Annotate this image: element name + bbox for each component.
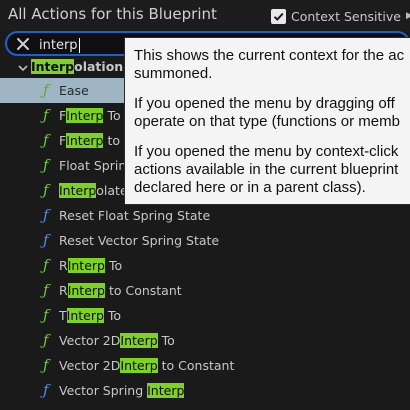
chevron-down-icon[interactable] bbox=[18, 63, 28, 73]
search-match-highlight: Interp bbox=[147, 383, 185, 398]
search-match-highlight: Interp bbox=[31, 59, 75, 74]
category-label: Interpolation bbox=[31, 59, 124, 74]
context-dropdown-arrow-icon[interactable]: ▶ bbox=[406, 11, 410, 21]
checkmark-icon bbox=[273, 12, 284, 21]
action-label: Interpolate bbox=[59, 183, 128, 198]
search-match-highlight: Interp bbox=[67, 258, 105, 273]
action-list-item[interactable]: ƒ Reset Vector Spring State bbox=[0, 228, 410, 253]
function-icon: ƒ bbox=[43, 356, 49, 374]
function-icon: ƒ bbox=[43, 256, 49, 274]
action-label: TInterp To bbox=[59, 308, 122, 323]
action-list-item[interactable]: ƒ Vector 2DInterp to Constant bbox=[0, 353, 410, 378]
search-match-highlight: Interp bbox=[120, 358, 158, 373]
function-icon: ƒ bbox=[43, 106, 49, 124]
action-label: FInterp to C bbox=[59, 133, 133, 148]
action-label: Vector Spring Interp bbox=[59, 383, 185, 398]
function-icon: ƒ bbox=[43, 231, 49, 249]
text-caret bbox=[79, 38, 80, 53]
context-sensitive-label: Context Sensitive bbox=[291, 8, 401, 24]
action-label: RInterp to Constant bbox=[59, 283, 182, 298]
function-icon: ƒ bbox=[43, 156, 49, 174]
search-input[interactable] bbox=[39, 36, 129, 54]
action-list-item[interactable]: ƒ RInterp to Constant bbox=[0, 278, 410, 303]
action-label: RInterp To bbox=[59, 258, 123, 273]
context-sensitive-checkbox[interactable] bbox=[271, 8, 286, 24]
menu-title: All Actions for this Blueprint bbox=[8, 5, 217, 23]
action-list-item[interactable]: ƒ RInterp To bbox=[0, 253, 410, 278]
context-sensitive-tooltip: This shows the current context for the a… bbox=[124, 37, 410, 205]
action-label: FInterp To bbox=[59, 108, 121, 123]
action-list-item[interactable]: ƒ Vector 2DInterp To bbox=[0, 328, 410, 353]
function-icon: ƒ bbox=[43, 281, 49, 299]
clear-search-icon[interactable] bbox=[16, 37, 30, 51]
function-icon: ƒ bbox=[43, 381, 49, 399]
search-match-highlight: Interp bbox=[66, 308, 104, 323]
tooltip-paragraph: If you opened the menu by context-click … bbox=[134, 143, 399, 196]
tooltip-paragraph: If you opened the menu by dragging off o… bbox=[134, 95, 400, 130]
action-label: Ease bbox=[59, 83, 89, 98]
search-match-highlight: Interp bbox=[120, 333, 158, 348]
function-icon: ƒ bbox=[43, 206, 49, 224]
blueprint-action-menu: All Actions for this Blueprint Context S… bbox=[0, 0, 410, 410]
action-list-item[interactable]: ƒ TInterp To bbox=[0, 303, 410, 328]
search-match-highlight: Interp bbox=[66, 133, 104, 148]
search-match-highlight: Interp bbox=[66, 108, 104, 123]
action-label: Reset Vector Spring State bbox=[59, 233, 220, 248]
function-icon: ƒ bbox=[43, 181, 49, 199]
action-list-item[interactable]: ƒ Vector Spring Interp bbox=[0, 378, 410, 403]
context-sensitive-toggle[interactable]: Context Sensitive ▶ bbox=[271, 7, 410, 25]
function-icon: ƒ bbox=[43, 131, 49, 149]
menu-header: All Actions for this Blueprint Context S… bbox=[0, 0, 410, 32]
search-match-highlight: Interp bbox=[67, 283, 105, 298]
action-label: Float Spring bbox=[59, 158, 135, 173]
action-label: Vector 2DInterp to Constant bbox=[59, 358, 235, 373]
action-label: Vector 2DInterp To bbox=[59, 333, 175, 348]
action-list-item[interactable]: ƒ Reset Float Spring State bbox=[0, 203, 410, 228]
function-icon: ƒ bbox=[43, 81, 49, 99]
search-match-highlight: Interp bbox=[59, 183, 97, 198]
tooltip-paragraph: This shows the current context for the a… bbox=[134, 47, 405, 82]
action-label: Reset Float Spring State bbox=[59, 208, 211, 223]
function-icon: ƒ bbox=[43, 306, 49, 324]
function-icon: ƒ bbox=[43, 331, 49, 349]
